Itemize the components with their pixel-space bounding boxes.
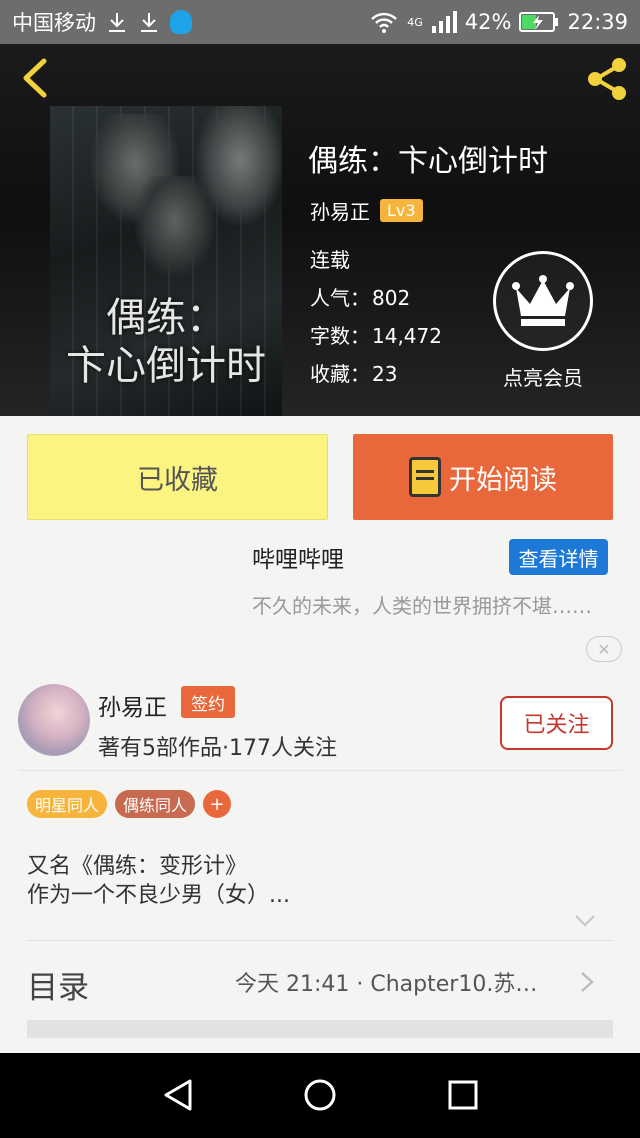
nav-back-icon[interactable] <box>158 1075 198 1115</box>
word-count-stat: 字数： 14,472 <box>310 324 442 348</box>
divider <box>18 770 622 771</box>
battery-percent: 42% <box>464 10 512 34</box>
book-header: 偶练： 卞心倒计时 偶练：卞心倒计时 孙易正 Lv3 连载 人气： 802 字数：… <box>0 44 640 416</box>
chevron-right-icon[interactable] <box>576 968 598 996</box>
status-bar: 中国移动 4G 42% 22:39 <box>0 0 640 44</box>
tag-list: 明星同人 偶练同人 + <box>27 790 232 818</box>
vip-label[interactable]: 点亮会员 <box>493 362 593 391</box>
ad-close-icon[interactable]: ✕ <box>586 636 622 662</box>
start-reading-label: 开始阅读 <box>449 464 557 496</box>
author-avatar[interactable] <box>18 684 90 756</box>
serial-status: 连载 <box>310 248 350 272</box>
download-icon <box>109 13 125 32</box>
clock: 22:39 <box>567 10 628 34</box>
book-icon <box>409 457 441 497</box>
battery-charging-icon <box>519 12 559 32</box>
download-icon <box>141 13 157 32</box>
qq-icon <box>170 10 192 34</box>
follow-button[interactable]: 已关注 <box>500 696 613 750</box>
network-type: 4G <box>407 16 423 29</box>
intro-line-1: 又名《偶练：变形计》 <box>27 854 248 879</box>
wifi-icon <box>371 12 398 33</box>
signal-icon <box>431 11 457 33</box>
crown-icon <box>512 275 574 326</box>
cover-title-line2: 卞心倒计时 <box>66 343 266 389</box>
ad-title[interactable]: 哔哩哔哩 <box>252 540 344 574</box>
author-level-badge: Lv3 <box>380 199 423 222</box>
back-arrow-icon[interactable] <box>14 56 58 100</box>
toc-title[interactable]: 目录 <box>27 962 89 1007</box>
collected-label: 已收藏 <box>137 464 218 496</box>
author-name[interactable]: 孙易正 <box>98 688 167 722</box>
latest-chapter[interactable]: 今天 21:41 · Chapter10.苏… <box>235 966 565 998</box>
share-icon[interactable] <box>582 54 632 104</box>
cover-title-line1: 偶练： <box>106 295 226 341</box>
ad-description[interactable]: 不久的未来，人类的世界拥挤不堪…… <box>252 594 592 619</box>
add-tag-icon[interactable]: + <box>203 790 232 818</box>
book-title: 偶练：卞心倒计时 <box>308 144 548 179</box>
header-author-name[interactable]: 孙易正 <box>310 196 370 225</box>
tag-item[interactable]: 明星同人 <box>27 790 108 818</box>
favorites-stat: 收藏： 23 <box>310 362 398 386</box>
vip-crown-button[interactable] <box>493 251 593 351</box>
divider <box>27 940 613 941</box>
chevron-down-icon[interactable] <box>572 908 598 934</box>
nav-home-icon[interactable] <box>300 1075 340 1115</box>
start-reading-button[interactable]: 开始阅读 <box>353 434 613 520</box>
author-meta: 著有5部作品·177人关注 <box>98 736 337 761</box>
carrier-text: 中国移动 <box>12 11 96 35</box>
collected-button[interactable]: 已收藏 <box>27 434 328 520</box>
signed-badge: 签约 <box>181 686 235 718</box>
section-divider-bar <box>27 1020 613 1038</box>
intro-line-2: 作为一个不良少男（女）... <box>27 883 290 908</box>
book-cover[interactable]: 偶练： 卞心倒计时 <box>50 106 282 416</box>
popularity-stat: 人气： 802 <box>310 286 411 310</box>
system-nav-bar <box>0 1053 640 1138</box>
tag-item[interactable]: 偶练同人 <box>115 790 196 818</box>
ad-detail-button[interactable]: 查看详情 <box>509 539 608 575</box>
nav-recents-icon[interactable] <box>443 1075 483 1115</box>
header-author-row: 孙易正 Lv3 <box>310 196 423 225</box>
